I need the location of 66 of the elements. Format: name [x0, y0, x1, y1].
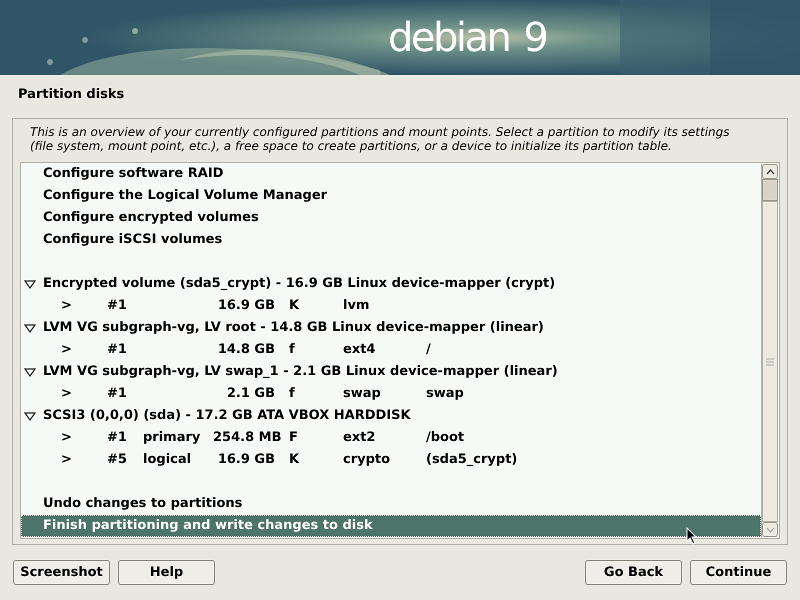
partition-type: logical	[143, 451, 192, 470]
partition-number: #1	[107, 385, 128, 404]
expanded-triangle-icon[interactable]	[24, 368, 36, 376]
scrollbar-thumb[interactable]	[762, 179, 778, 201]
device-label: LVM VG subgraph-vg, LV swap_1 - 2.1 GB Linux device-mapper (linear)	[43, 363, 558, 382]
file-system: swap	[343, 385, 382, 404]
menu-item[interactable]: Configure encrypted volumes	[21, 207, 761, 229]
partition-row[interactable]: > #1 2.1 GB f swap swap	[21, 383, 761, 405]
device-row[interactable]: SCSI3 (0,0,0) (sda) - 17.2 GB ATA VBOX HARDDISK	[21, 405, 761, 427]
partition-number: #1	[107, 341, 128, 360]
partition-number: #1	[107, 297, 128, 316]
arrow-text: >	[61, 385, 73, 404]
file-system: lvm	[343, 297, 370, 316]
partition-row[interactable]: > #1 16.9 GB K lvm	[21, 295, 761, 317]
mount-point: swap	[426, 385, 465, 404]
device-label: LVM VG subgraph-vg, LV root - 14.8 GB Linux device-mapper (linear)	[43, 319, 544, 338]
partition-row[interactable]: > #1 primary 254.8 MB F ext2 /boot	[21, 427, 761, 449]
mount-point: /boot	[426, 429, 466, 448]
continue-button[interactable]: Continue	[690, 560, 787, 585]
version-number: 9	[523, 14, 546, 63]
partition-row[interactable]: > #5 logical 16.9 GB K crypto (sda5_crypt)	[21, 449, 761, 471]
menu-item[interactable]: Configure iSCSI volumes	[21, 229, 761, 251]
back-button[interactable]: Go Back	[585, 560, 682, 585]
partition-size: 16.9 GB	[216, 451, 276, 470]
partition-type: primary	[143, 429, 202, 448]
menu-item[interactable]: Finish partitioning and write changes to disk	[21, 515, 761, 537]
expanded-triangle-icon[interactable]	[24, 412, 36, 420]
partition-row[interactable]: > #1 14.8 GB f ext4 /	[21, 339, 761, 361]
arrow-text: >	[61, 297, 73, 316]
mount-point: /	[426, 341, 432, 360]
device-row[interactable]: LVM VG subgraph-vg, LV root - 14.8 GB Linux device-mapper (linear)	[21, 317, 761, 339]
device-label: SCSI3 (0,0,0) (sda) - 17.2 GB ATA VBOX HARDDISK	[43, 407, 411, 426]
description-text: This is an overview of your currently configured partitions and mount points. Select a partition to modify its settings (file system, mount point, etc.), a free space to create partitions, or a device to initialize its partition table.	[29, 125, 730, 155]
device-label: Encrypted volume (sda5_crypt) - 16.9 GB Linux device-mapper (crypt)	[43, 275, 556, 294]
device-row[interactable]: Encrypted volume (sda5_crypt) - 16.9 GB Linux device-mapper (crypt)	[21, 273, 761, 295]
partition-flag-text: f	[288, 385, 296, 404]
partition-flag-text: K	[288, 451, 300, 470]
partition-number: #5	[107, 451, 128, 470]
screenshot-button[interactable]: Screenshot	[13, 560, 110, 585]
arrow-text: >	[61, 341, 73, 360]
partition-number: #1	[107, 429, 128, 448]
partition-flag-text: f	[288, 341, 296, 360]
scroll-up-icon[interactable]	[762, 164, 778, 179]
menu-item[interactable]: Undo changes to partitions	[21, 493, 761, 515]
logo-text: debian	[388, 14, 510, 63]
menu-item[interactable]: Configure software RAID	[21, 163, 761, 185]
partition-size: 2.1 GB	[226, 385, 276, 404]
partition-size: 14.8 GB	[216, 341, 276, 360]
scrollbar[interactable]	[761, 164, 778, 537]
partition-flag-text: K	[288, 297, 300, 316]
file-system: crypto	[343, 451, 392, 470]
menu-item[interactable]: Configure the Logical Volume Manager	[21, 185, 761, 207]
help-button[interactable]: Help	[118, 560, 215, 585]
device-row[interactable]: LVM VG subgraph-vg, LV swap_1 - 2.1 GB Linux device-mapper (linear)	[21, 361, 761, 383]
mount-point: (sda5_crypt)	[426, 451, 518, 470]
partition-size: 16.9 GB	[216, 297, 276, 316]
expanded-triangle-icon[interactable]	[24, 280, 36, 288]
partition-flag-text: F	[288, 429, 299, 448]
arrow-text: >	[61, 451, 73, 470]
partition-size: 254.8 MB	[213, 429, 282, 448]
file-system: ext2	[343, 429, 376, 448]
file-system: ext4	[343, 341, 376, 360]
page-title: Partition disks	[18, 87, 124, 102]
grip-icon	[766, 358, 774, 366]
arrow-text: >	[61, 429, 73, 448]
expanded-triangle-icon[interactable]	[24, 324, 36, 332]
